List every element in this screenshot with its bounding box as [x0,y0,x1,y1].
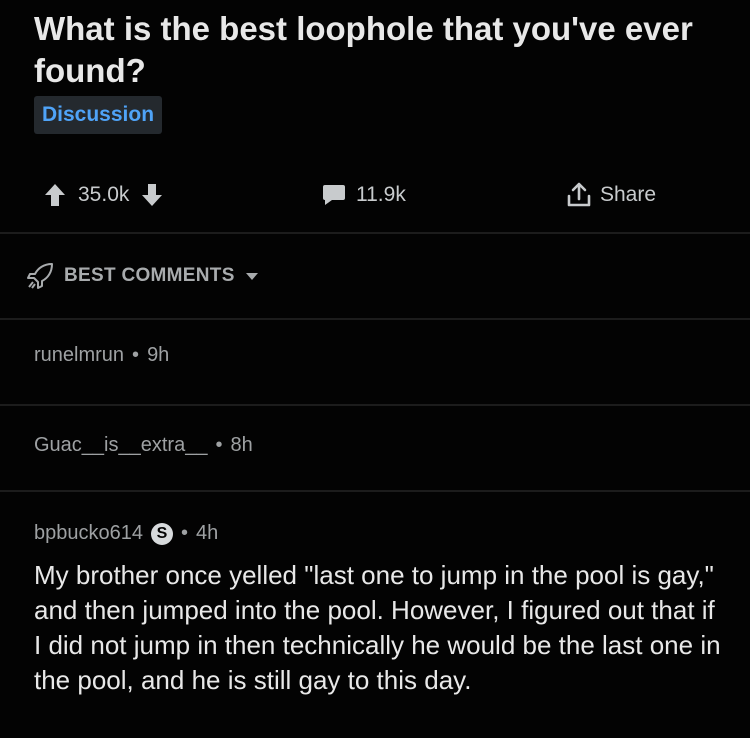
comment-count: 11.9k [356,183,406,206]
divider [0,232,750,234]
comment-author[interactable]: Guac__is__extra__ [34,434,207,457]
comment-bubble-icon [322,184,346,206]
upvote-count: 35.0k [78,183,130,206]
share-icon [566,182,592,208]
post-title: What is the best loophole that you've ev… [34,10,693,89]
upvote-arrow-icon[interactable] [44,183,66,207]
share-button[interactable]: Share [566,182,656,208]
comment-sort-dropdown[interactable]: BEST COMMENTS [26,262,259,290]
comments-button[interactable]: 11.9k [322,183,406,207]
divider [0,318,750,320]
user-badge-icon: S [150,522,173,545]
vote-controls: 35.0k [44,183,163,207]
comment-time: 8h [230,434,253,456]
divider [0,404,750,406]
comment-header: bpbucko614 S • 4h [34,522,218,545]
comment-header: Guac__is__extra__ • 8h [34,434,253,457]
sort-label: BEST COMMENTS [64,265,235,286]
comment-time: 9h [147,344,170,366]
separator-dot: • [132,344,140,366]
comment-author[interactable]: runelmrun [34,344,124,367]
downvote-arrow-icon[interactable] [141,183,163,207]
divider [0,490,750,492]
comment-body: My brother once yelled "last one to jump… [34,560,721,695]
rocket-icon [26,262,54,290]
post-action-bar: 35.0k 11.9k Share [0,162,750,228]
comment-author[interactable]: bpbucko614 [34,522,143,545]
separator-dot: • [180,522,188,544]
caret-down-icon [245,271,259,281]
share-label: Share [600,183,657,206]
separator-dot: • [215,434,223,456]
post-flair[interactable]: Discussion [34,96,163,134]
comment-header: runelmrun • 9h [34,344,169,367]
comment-time: 4h [196,522,219,544]
